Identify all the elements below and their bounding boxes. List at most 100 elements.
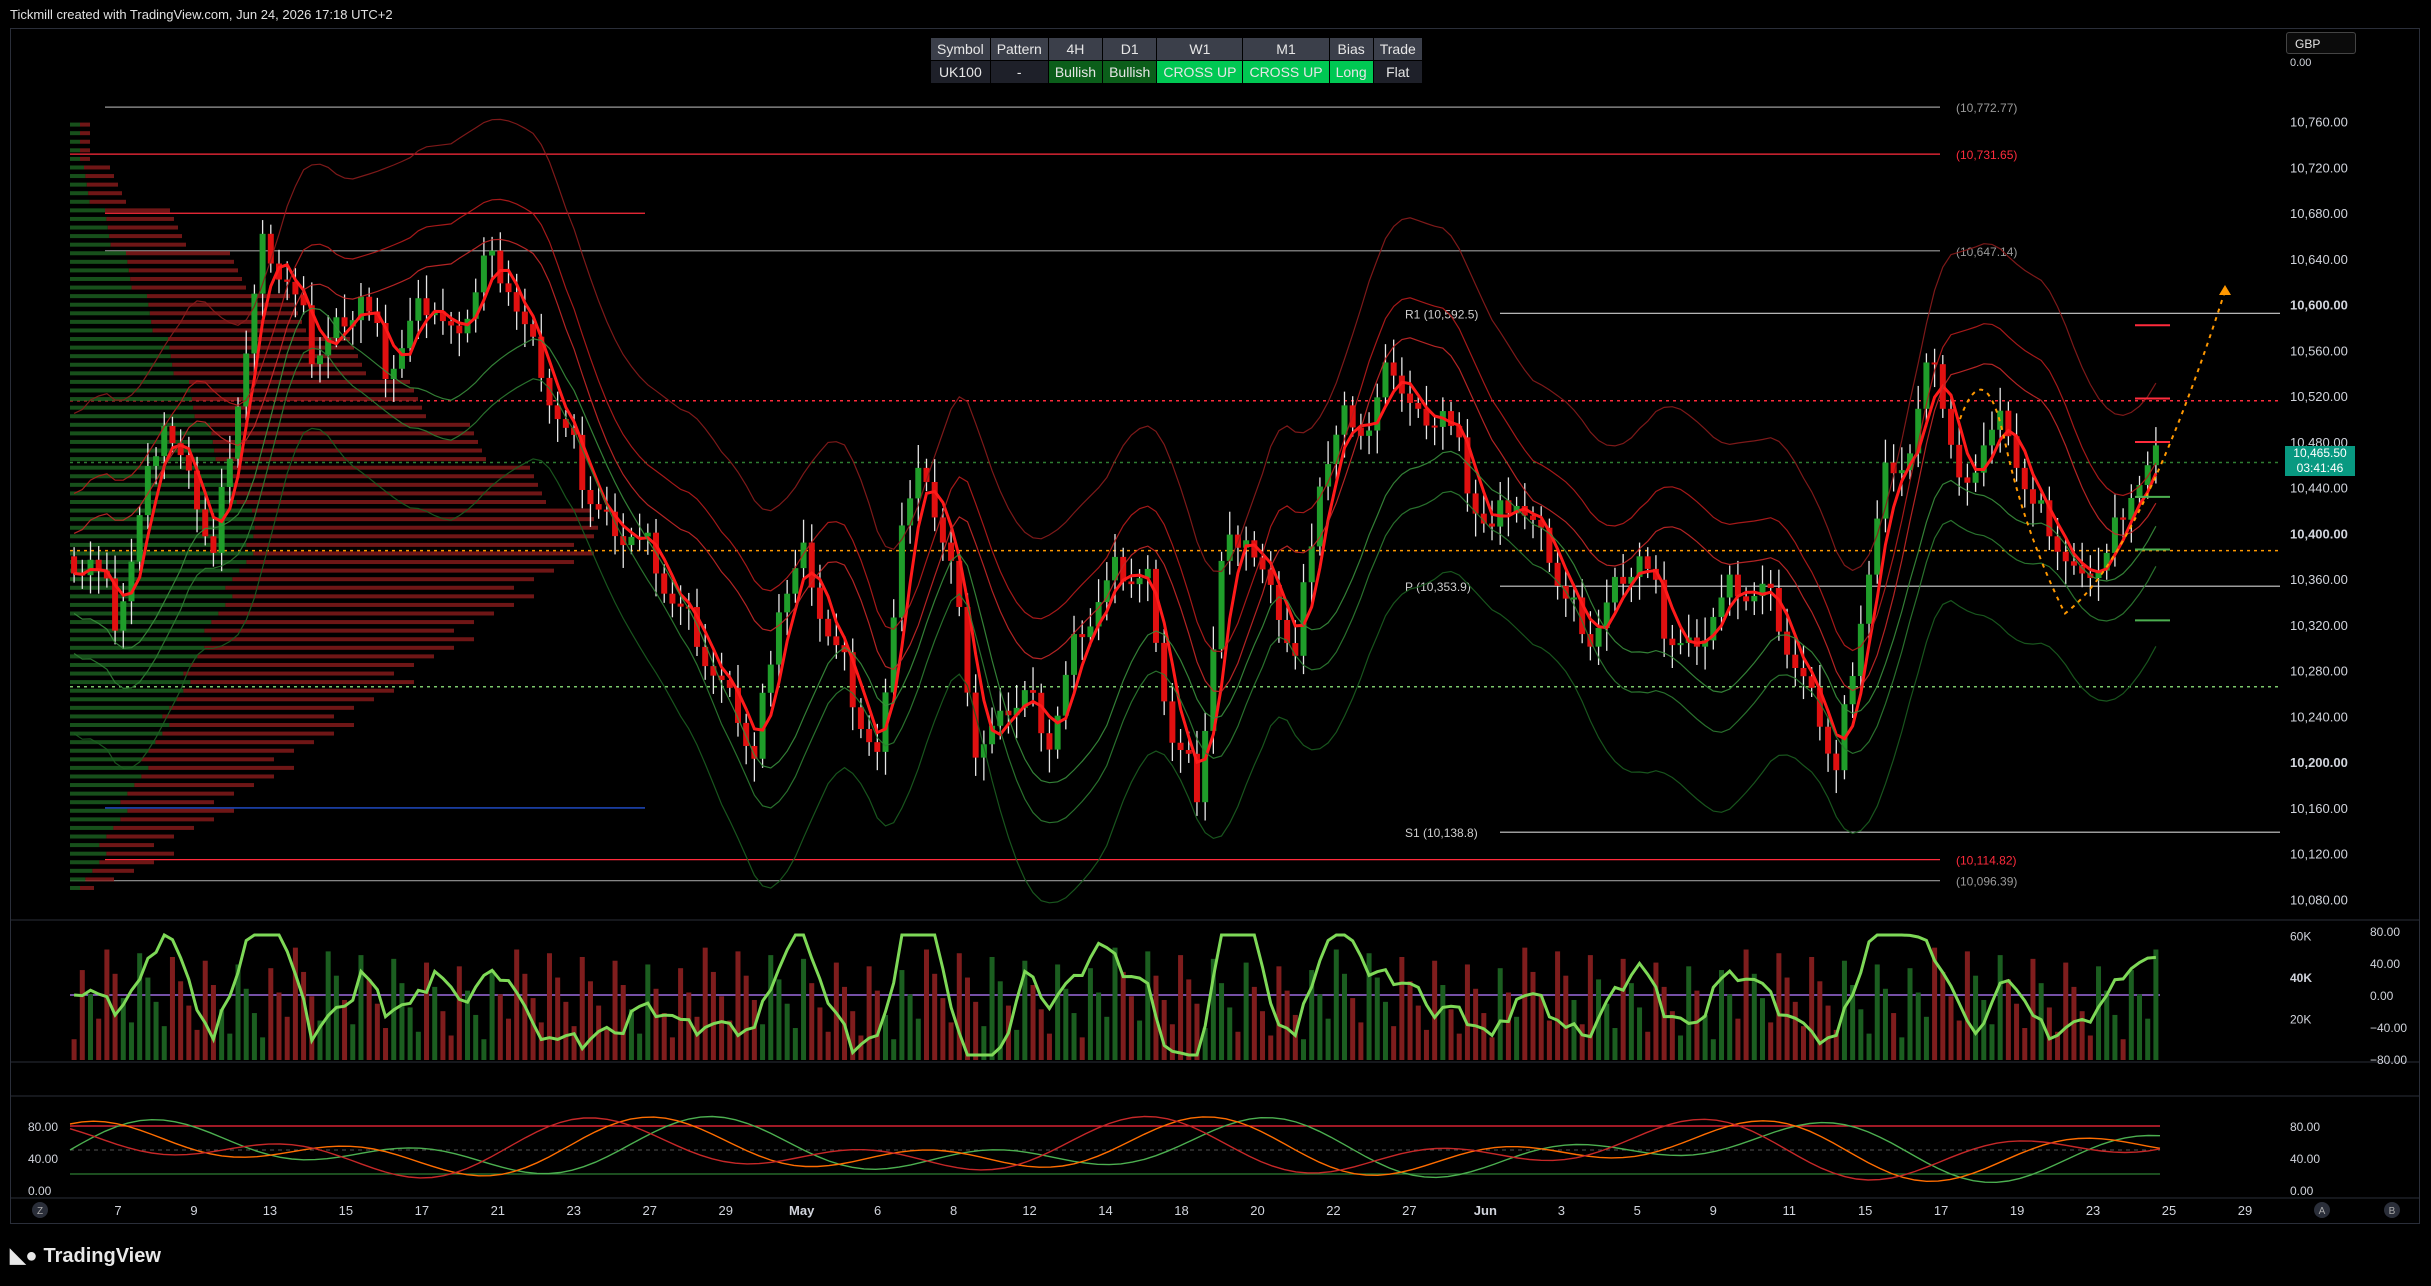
volume-bar bbox=[1817, 981, 1823, 1060]
volume-profile-bar bbox=[70, 551, 254, 556]
volume-bar bbox=[2104, 990, 2110, 1060]
volume-profile-bar bbox=[70, 654, 198, 659]
status-value-cell: CROSS UP bbox=[1242, 60, 1330, 84]
volume-bar bbox=[2022, 1028, 2028, 1060]
volume-bar bbox=[1235, 1031, 1241, 1060]
time-tick-label: May bbox=[789, 1203, 815, 1218]
volume-profile-bar bbox=[70, 860, 100, 865]
candle bbox=[1308, 546, 1315, 583]
volume-bar bbox=[1055, 964, 1061, 1060]
candle bbox=[816, 587, 823, 619]
volume-bar bbox=[669, 1037, 675, 1060]
time-tick-label: 23 bbox=[567, 1203, 581, 1218]
status-table-header: Symbol Pattern 4H D1 W1 M1 Bias Trade bbox=[930, 37, 1423, 61]
candle bbox=[1734, 574, 1741, 597]
volume-bar bbox=[1079, 1037, 1085, 1060]
volume-bar bbox=[128, 1022, 134, 1060]
candle bbox=[669, 593, 676, 604]
volume-profile-bar bbox=[197, 654, 434, 659]
volume-bar bbox=[1432, 960, 1438, 1060]
price-tick-label: 10,160.00 bbox=[2290, 801, 2348, 816]
time-tick-label: 12 bbox=[1022, 1203, 1036, 1218]
volume-profile-bar bbox=[80, 148, 90, 153]
candle bbox=[505, 283, 512, 293]
candle bbox=[1570, 597, 1577, 600]
candle bbox=[1972, 472, 1979, 483]
volume-bar bbox=[1563, 975, 1569, 1060]
volume-bar bbox=[424, 962, 430, 1060]
volume-profile-bar bbox=[239, 568, 554, 573]
axis-button-label: A bbox=[2319, 1206, 2326, 1217]
volume-bar bbox=[1858, 1009, 1864, 1060]
candle bbox=[1988, 429, 1995, 446]
volume-profile-bar bbox=[127, 808, 234, 813]
volume-bar bbox=[1243, 962, 1249, 1060]
volume-profile-bar bbox=[70, 156, 80, 161]
volume-profile-bar bbox=[70, 242, 111, 247]
candle bbox=[1292, 643, 1299, 656]
currency-select[interactable]: GBP bbox=[2286, 32, 2356, 54]
volume-bar bbox=[735, 951, 741, 1060]
time-tick-label: 9 bbox=[1710, 1203, 1717, 1218]
candle bbox=[1333, 434, 1340, 465]
volume-profile-bar bbox=[70, 216, 107, 221]
volume-profile-bar bbox=[131, 285, 246, 290]
volume-bar bbox=[1522, 947, 1528, 1060]
candle bbox=[857, 707, 864, 730]
volume-profile-bar bbox=[70, 834, 107, 839]
volume-bar bbox=[1555, 951, 1561, 1060]
candle bbox=[456, 325, 463, 334]
status-value-cell: Flat bbox=[1372, 60, 1423, 84]
candle bbox=[784, 593, 791, 613]
volume-bar bbox=[522, 973, 528, 1060]
volume-profile-bar bbox=[70, 165, 84, 170]
stoch-right-tick: 0.00 bbox=[2290, 1184, 2314, 1198]
volume-bar bbox=[325, 951, 331, 1060]
volume-profile-bar bbox=[70, 620, 212, 625]
volume-bar bbox=[1759, 998, 1765, 1060]
candle bbox=[1956, 444, 1963, 478]
volume-bar bbox=[1800, 1026, 1806, 1060]
volume-bar bbox=[1440, 985, 1446, 1060]
volume-bar bbox=[653, 988, 659, 1060]
volume-bar bbox=[645, 964, 651, 1060]
volume-bar bbox=[1489, 1037, 1495, 1060]
volume-bar bbox=[1669, 1011, 1675, 1060]
volume-bar bbox=[2087, 1035, 2093, 1060]
price-tick-label: 10,360.00 bbox=[2290, 572, 2348, 587]
oscillator-tick-label: −80.00 bbox=[2370, 1053, 2407, 1067]
candle bbox=[628, 536, 635, 546]
volume-profile-bar bbox=[148, 765, 294, 770]
volume-profile-bar bbox=[70, 285, 132, 290]
volume-bar bbox=[751, 999, 757, 1060]
volume-profile-bar bbox=[70, 740, 156, 745]
candle bbox=[1669, 638, 1676, 646]
volume-bar bbox=[227, 1033, 233, 1060]
volume-profile-bar bbox=[190, 680, 414, 685]
candle bbox=[1390, 362, 1397, 376]
volume-profile-bar bbox=[70, 234, 110, 239]
volume-bar bbox=[1292, 1014, 1298, 1060]
chart-canvas[interactable]: 10,760.00 10,720.00 10,680.00 10,640.00 10,6… bbox=[0, 0, 2431, 1286]
volume-bar bbox=[251, 1013, 257, 1060]
volume-profile-bar bbox=[204, 645, 454, 650]
volume-bar bbox=[456, 966, 462, 1060]
tradingview-logo[interactable]: ◣● TradingView bbox=[10, 1243, 161, 1268]
volume-profile-bar bbox=[254, 525, 599, 530]
volume-profile-bar bbox=[176, 697, 374, 702]
volume-profile-bar bbox=[70, 585, 226, 590]
volume-bar bbox=[178, 981, 184, 1060]
time-tick-label: 22 bbox=[1326, 1203, 1340, 1218]
volume-bar bbox=[194, 1029, 200, 1060]
volume-profile-bar bbox=[70, 714, 163, 719]
time-tick-label: 18 bbox=[1174, 1203, 1188, 1218]
candle bbox=[497, 250, 504, 284]
candle bbox=[1128, 581, 1135, 585]
candle bbox=[513, 292, 520, 312]
volume-bar bbox=[661, 1013, 667, 1060]
time-tick-label: 23 bbox=[2086, 1203, 2100, 1218]
candle bbox=[1882, 462, 1889, 519]
candle bbox=[1644, 556, 1651, 569]
volume-bar bbox=[1546, 1020, 1552, 1060]
time-tick-label: 21 bbox=[491, 1203, 505, 1218]
